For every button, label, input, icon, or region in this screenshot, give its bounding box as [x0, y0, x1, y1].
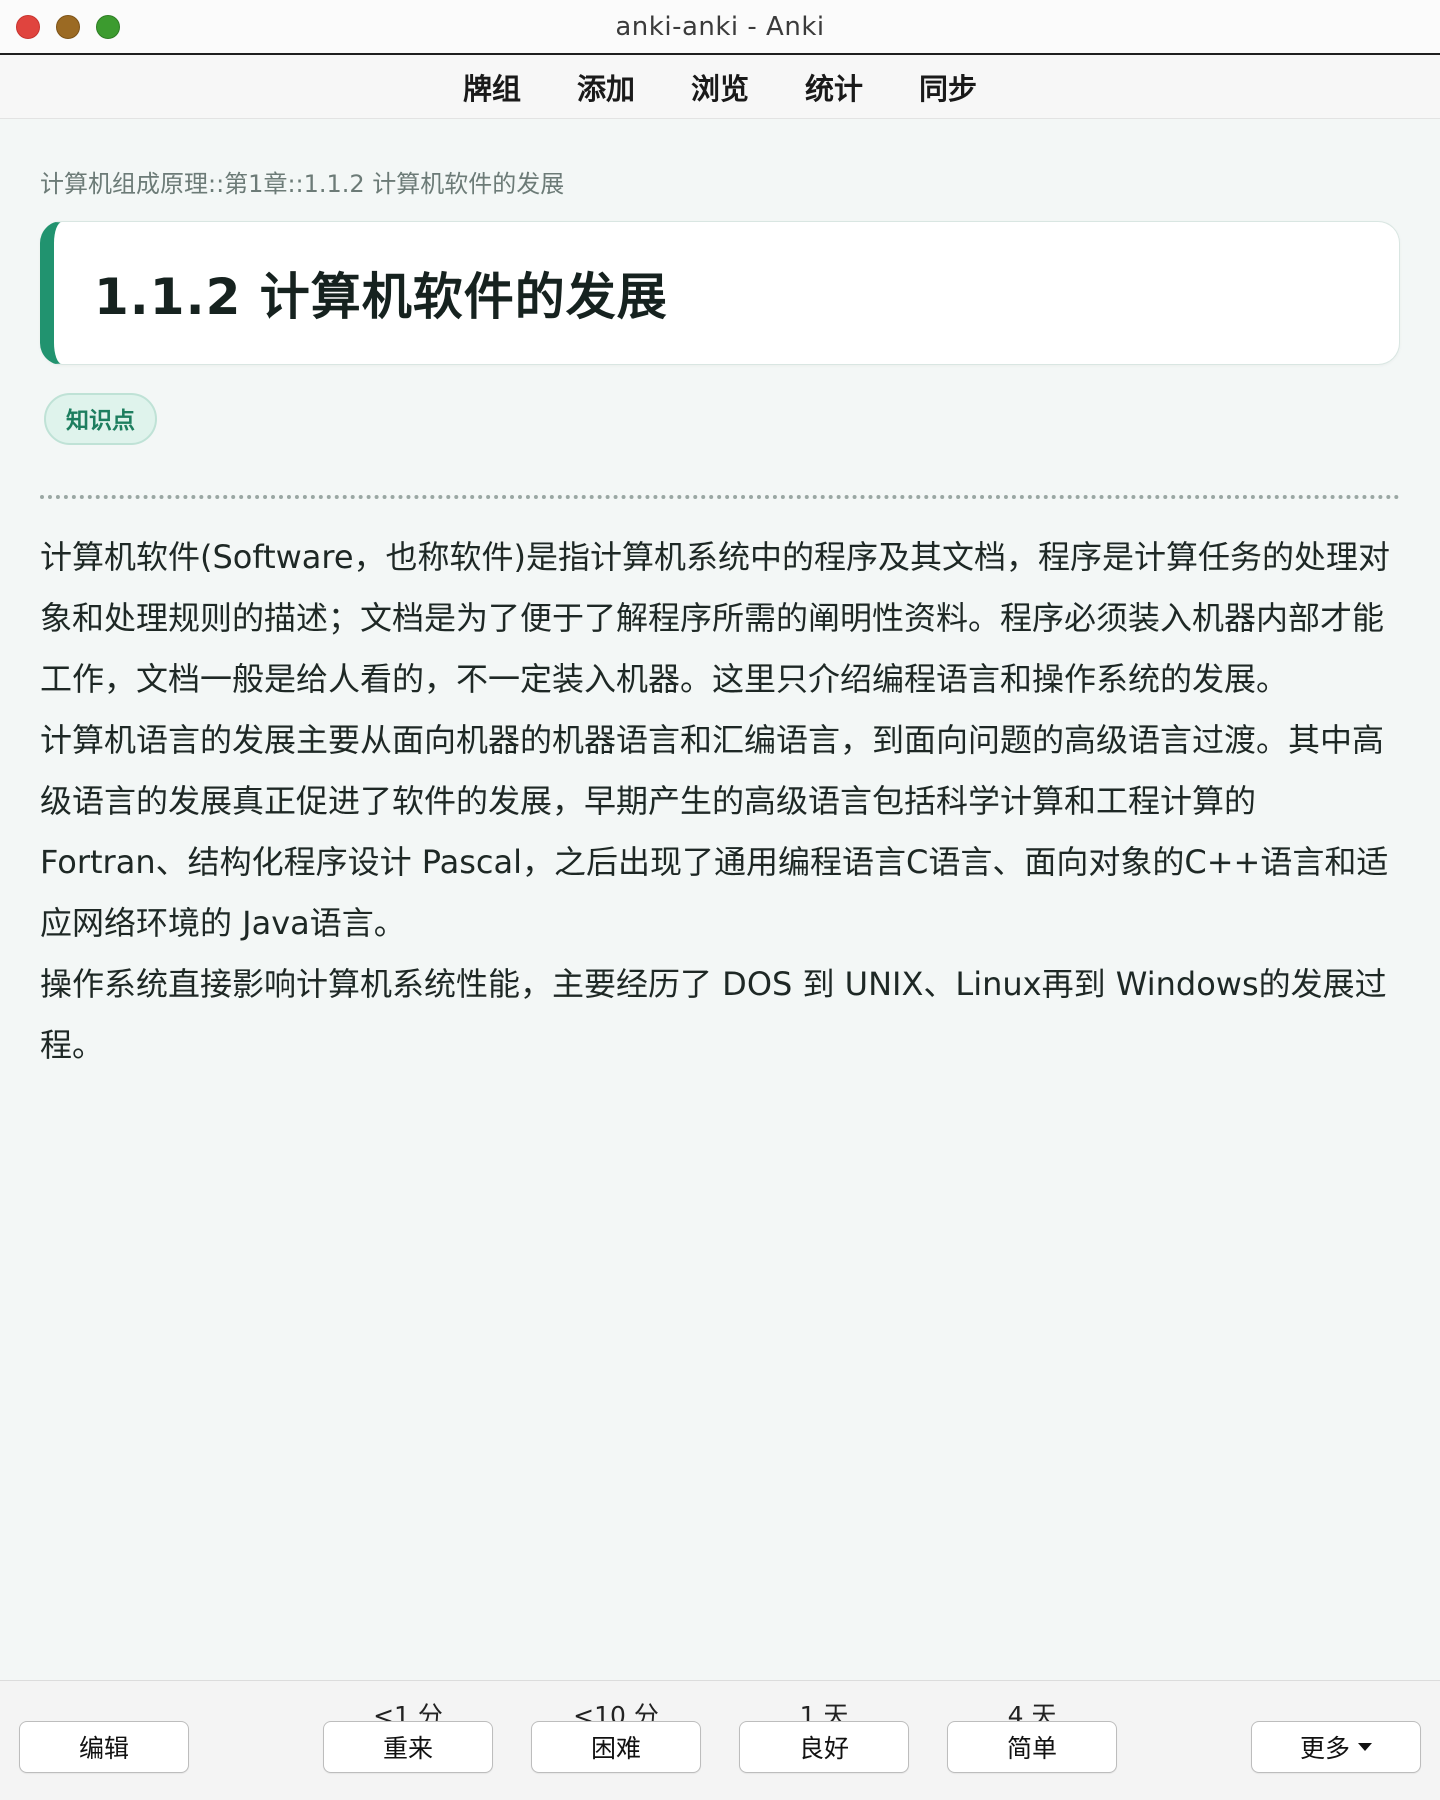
- nav-add[interactable]: 添加: [549, 66, 663, 108]
- title-bar: anki-anki - Anki: [0, 0, 1440, 55]
- review-bottom-bar: 编辑 <1 分 重来 <10 分 困难 1 天 良好 4 天 简单 更多: [0, 1680, 1440, 1800]
- good-button-label: 良好: [798, 1734, 849, 1763]
- again-button-label: 重来: [382, 1734, 433, 1763]
- edit-button[interactable]: 编辑: [19, 1721, 189, 1773]
- tag-badge: 知识点: [44, 393, 157, 445]
- card-body: 计算机软件(Software，也称软件)是指计算机系统中的程序及其文档，程序是计…: [40, 527, 1400, 1076]
- window-title: anki-anki - Anki: [615, 12, 825, 42]
- nav-sync[interactable]: 同步: [891, 66, 1005, 108]
- card-title-box: 1.1.2 计算机软件的发展: [40, 221, 1400, 365]
- easy-button[interactable]: 简单: [947, 1721, 1117, 1773]
- nav-browse[interactable]: 浏览: [663, 66, 777, 108]
- hard-button[interactable]: 困难: [531, 1721, 701, 1773]
- caret-down-icon: [1358, 1743, 1372, 1751]
- hard-button-label: 困难: [590, 1734, 641, 1763]
- body-paragraph: 操作系统直接影响计算机系统性能，主要经历了 DOS 到 UNIX、Linux再到…: [40, 965, 1387, 1064]
- good-button[interactable]: 良好: [739, 1721, 909, 1773]
- top-nav: 牌组 添加 浏览 统计 同步: [0, 55, 1440, 119]
- dotted-divider: [40, 495, 1400, 499]
- deck-breadcrumb: 计算机组成原理::第1章::1.1.2 计算机软件的发展: [40, 170, 565, 198]
- more-button-label: 更多: [1299, 1734, 1350, 1763]
- again-button[interactable]: 重来: [323, 1721, 493, 1773]
- nav-decks[interactable]: 牌组: [435, 66, 549, 108]
- body-paragraph: 计算机软件(Software，也称软件)是指计算机系统中的程序及其文档，程序是计…: [40, 538, 1391, 698]
- anki-window: anki-anki - Anki 牌组 添加 浏览 统计 同步 计算机组成原理:…: [0, 0, 1440, 1800]
- nav-stats[interactable]: 统计: [777, 66, 891, 108]
- body-paragraph: 计算机语言的发展主要从面向机器的机器语言和汇编语言，到面向问题的高级语言过渡。其…: [40, 721, 1389, 942]
- card-title: 1.1.2 计算机软件的发展: [94, 268, 668, 326]
- more-button[interactable]: 更多: [1251, 1721, 1421, 1773]
- easy-button-label: 简单: [1006, 1734, 1057, 1763]
- edit-button-label: 编辑: [78, 1734, 129, 1763]
- card-content: 计算机组成原理::第1章::1.1.2 计算机软件的发展 1.1.2 计算机软件…: [40, 120, 1400, 1076]
